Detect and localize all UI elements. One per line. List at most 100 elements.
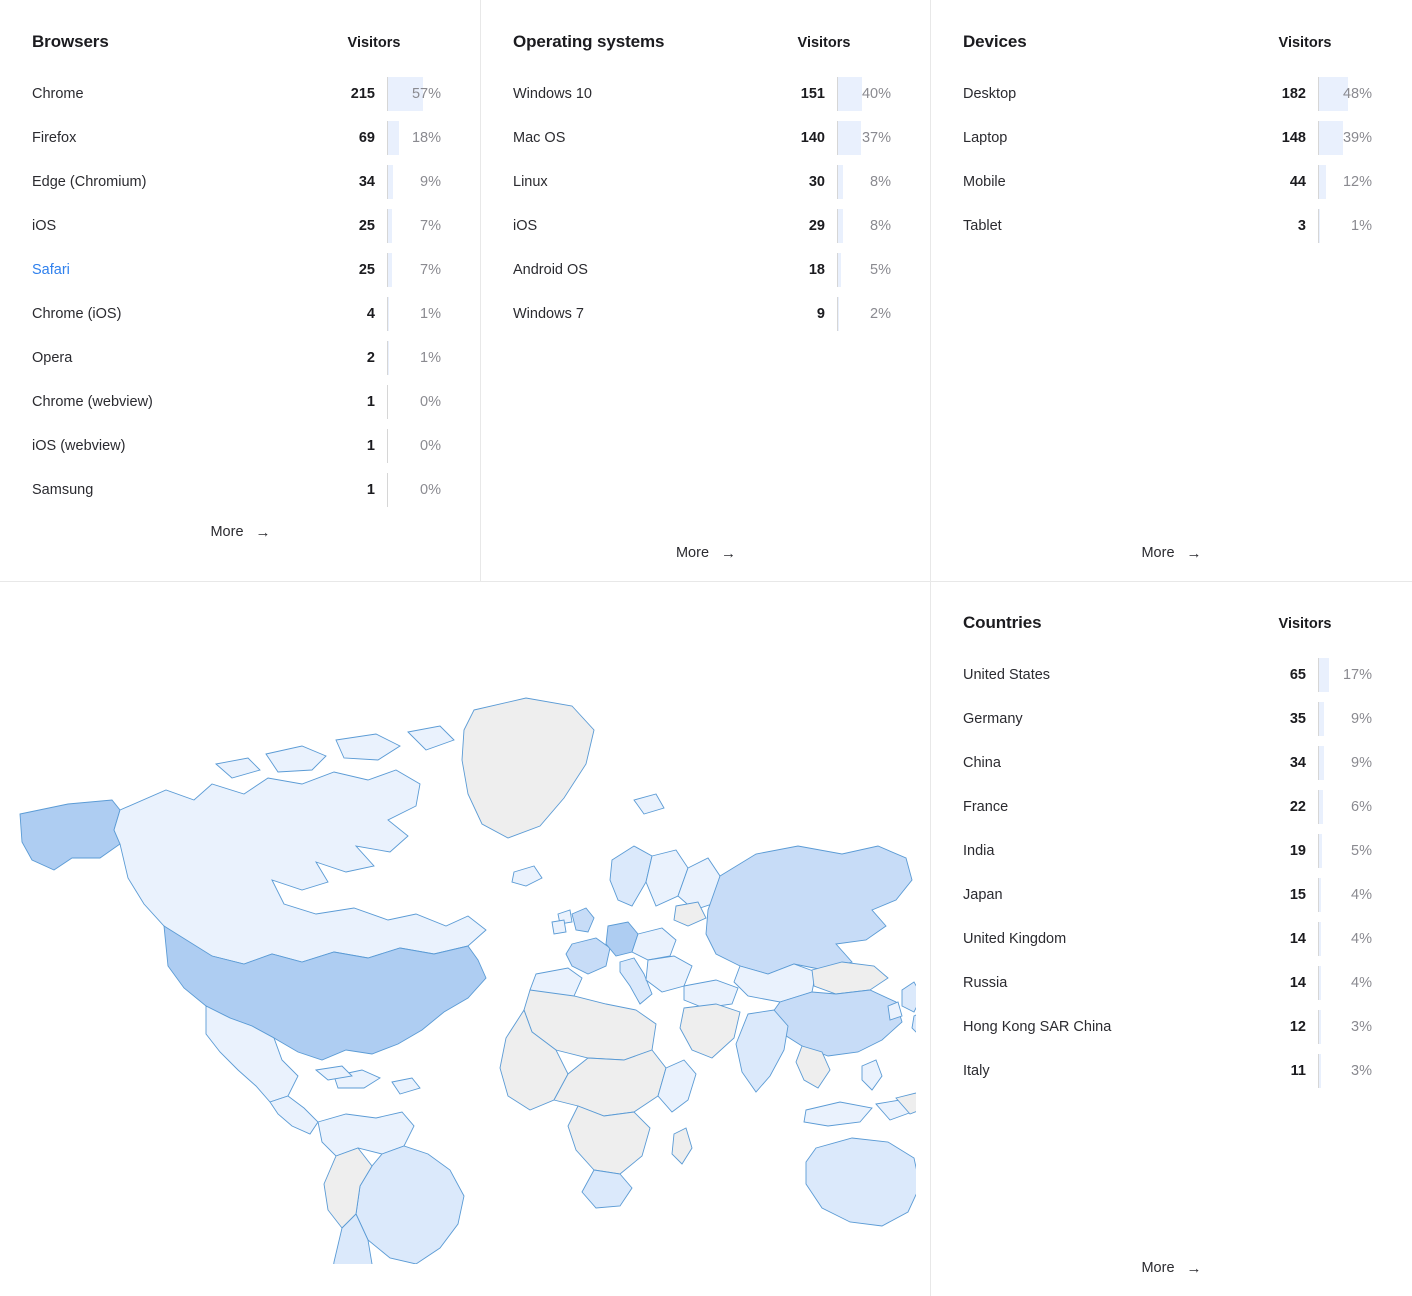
row-label: Tablet: [963, 218, 1270, 234]
table-row[interactable]: Firefox6918%: [32, 116, 449, 160]
row-value: 11: [1270, 1063, 1318, 1079]
row-label: iOS (webview): [32, 438, 339, 454]
page-title: Countries: [963, 613, 1230, 633]
row-percentage-bar: 4%: [1318, 878, 1380, 912]
row-percentage-label: 7%: [388, 218, 449, 234]
table-row[interactable]: Opera21%: [32, 336, 449, 380]
row-label: China: [963, 755, 1270, 771]
row-percentage-label: 48%: [1319, 86, 1380, 102]
column-header-visitors: Visitors: [1230, 616, 1380, 632]
table-row[interactable]: Mobile4412%: [963, 160, 1380, 204]
table-row[interactable]: Tablet31%: [963, 204, 1380, 248]
row-value: 19: [1270, 843, 1318, 859]
table-row[interactable]: Chrome21557%: [32, 72, 449, 116]
world-map[interactable]: [0, 581, 931, 1296]
table-row[interactable]: Linux308%: [513, 160, 899, 204]
row-percentage-bar: 8%: [837, 209, 899, 243]
row-percentage-label: 37%: [838, 130, 899, 146]
row-value: 4: [339, 306, 387, 322]
row-percentage-bar: 2%: [837, 297, 899, 331]
row-percentage-label: 3%: [1319, 1019, 1380, 1035]
row-value: 1: [339, 438, 387, 454]
table-row[interactable]: Safari257%: [32, 248, 449, 292]
table-row[interactable]: United States6517%: [963, 653, 1380, 697]
row-label: Android OS: [513, 262, 789, 278]
table-row[interactable]: Android OS185%: [513, 248, 899, 292]
row-label: United States: [963, 667, 1270, 683]
more-wrap: More →: [963, 545, 1380, 581]
row-value: 34: [1270, 755, 1318, 771]
table-row[interactable]: iOS298%: [513, 204, 899, 248]
panel-header: Devices Visitors: [963, 32, 1380, 52]
table-row[interactable]: Samsung10%: [32, 468, 449, 512]
panel-header: Operating systems Visitors: [513, 32, 899, 52]
row-percentage-bar: 0%: [387, 385, 449, 419]
panel-operating-systems: Operating systems Visitors Windows 10151…: [481, 0, 931, 581]
row-value: 1: [339, 482, 387, 498]
more-wrap: More →: [513, 545, 899, 581]
row-label: Samsung: [32, 482, 339, 498]
column-header-visitors: Visitors: [299, 35, 449, 51]
row-label: Opera: [32, 350, 339, 366]
table-row[interactable]: Windows 792%: [513, 292, 899, 336]
panel-devices: Devices Visitors Desktop18248%Laptop1483…: [931, 0, 1412, 581]
row-value: 34: [339, 174, 387, 190]
row-value: 151: [789, 86, 837, 102]
table-row[interactable]: iOS (webview)10%: [32, 424, 449, 468]
more-label: More: [210, 524, 243, 540]
table-row[interactable]: Chrome (iOS)41%: [32, 292, 449, 336]
row-percentage-bar: 1%: [387, 341, 449, 375]
row-label: Firefox: [32, 130, 339, 146]
row-label: Chrome: [32, 86, 339, 102]
row-percentage-label: 40%: [838, 86, 899, 102]
more-link-countries[interactable]: More →: [1141, 1260, 1201, 1276]
row-percentage-label: 0%: [388, 482, 449, 498]
row-value: 25: [339, 218, 387, 234]
panel-header: Browsers Visitors: [32, 32, 449, 52]
more-label: More: [1141, 1260, 1174, 1276]
row-label: Russia: [963, 975, 1270, 991]
row-label: Chrome (iOS): [32, 306, 339, 322]
row-value: 215: [339, 86, 387, 102]
panel-browsers: Browsers Visitors Chrome21557%Firefox691…: [0, 0, 481, 581]
table-row[interactable]: Edge (Chromium)349%: [32, 160, 449, 204]
page-title: Operating systems: [513, 32, 749, 52]
row-value: 14: [1270, 975, 1318, 991]
row-value: 35: [1270, 711, 1318, 727]
table-row[interactable]: Italy113%: [963, 1049, 1380, 1093]
more-link-browsers[interactable]: More →: [210, 524, 270, 540]
map-panel-row: Countries Visitors United States6517%Ger…: [0, 581, 1412, 1296]
table-row[interactable]: Germany359%: [963, 697, 1380, 741]
table-row[interactable]: Japan154%: [963, 873, 1380, 917]
row-label: iOS: [513, 218, 789, 234]
table-row[interactable]: Laptop14839%: [963, 116, 1380, 160]
table-row[interactable]: India195%: [963, 829, 1380, 873]
panel-world-map: [0, 581, 931, 1296]
table-row[interactable]: France226%: [963, 785, 1380, 829]
row-value: 148: [1270, 130, 1318, 146]
row-percentage-label: 17%: [1319, 667, 1380, 683]
row-percentage-label: 1%: [1319, 218, 1380, 234]
table-row[interactable]: Russia144%: [963, 961, 1380, 1005]
more-link-operating-systems[interactable]: More →: [676, 545, 736, 561]
table-row[interactable]: Mac OS14037%: [513, 116, 899, 160]
table-row[interactable]: China349%: [963, 741, 1380, 785]
countries-list: United States6517%Germany359%China349%Fr…: [963, 653, 1380, 1093]
table-row[interactable]: Chrome (webview)10%: [32, 380, 449, 424]
more-link-devices[interactable]: More →: [1141, 545, 1201, 561]
table-row[interactable]: United Kingdom144%: [963, 917, 1380, 961]
table-row[interactable]: Hong Kong SAR China123%: [963, 1005, 1380, 1049]
row-label: Safari: [32, 262, 339, 278]
operating-systems-list: Windows 1015140%Mac OS14037%Linux308%iOS…: [513, 72, 899, 336]
table-row[interactable]: Desktop18248%: [963, 72, 1380, 116]
arrow-right-icon: →: [1187, 1261, 1202, 1276]
row-value: 18: [789, 262, 837, 278]
row-percentage-label: 1%: [388, 306, 449, 322]
table-row[interactable]: iOS257%: [32, 204, 449, 248]
row-label: Japan: [963, 887, 1270, 903]
row-percentage-label: 18%: [388, 130, 449, 146]
table-row[interactable]: Windows 1015140%: [513, 72, 899, 116]
browsers-list: Chrome21557%Firefox6918%Edge (Chromium)3…: [32, 72, 449, 512]
row-percentage-bar: 0%: [387, 429, 449, 463]
row-label: Laptop: [963, 130, 1270, 146]
